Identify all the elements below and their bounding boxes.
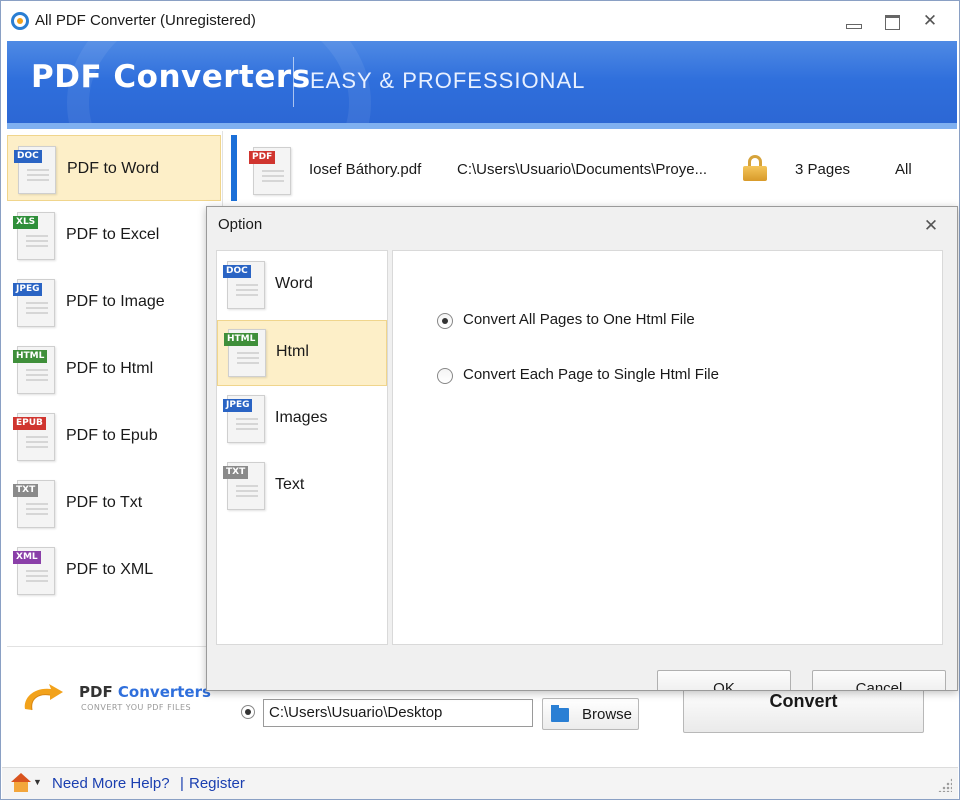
- doc-file-icon: DOC: [221, 257, 267, 311]
- title-bar: All PDF Converter (Unregistered) ✕: [1, 1, 959, 41]
- sidebar-item-pdf-to-word[interactable]: DOC PDF to Word: [7, 135, 221, 201]
- html-file-icon: HTML: [11, 342, 57, 396]
- need-help-link[interactable]: Need More Help?: [52, 775, 170, 792]
- banner-divider: [293, 57, 294, 107]
- jpeg-file-icon: JPEG: [221, 391, 267, 445]
- file-path: C:\Users\Usuario\Documents\Proye...: [457, 161, 708, 178]
- sidebar-item-pdf-to-excel[interactable]: XLS PDF to Excel: [7, 202, 221, 268]
- maximize-button[interactable]: [881, 11, 903, 31]
- browse-label: Browse: [582, 706, 633, 723]
- chevron-down-icon[interactable]: ▼: [33, 777, 42, 787]
- sidebar-item-label: PDF to Html: [66, 360, 154, 377]
- sidebar-item-label: PDF to Image: [66, 293, 165, 310]
- output-folder-radio[interactable]: [241, 705, 255, 719]
- sidebar-item-pdf-to-image[interactable]: JPEG PDF to Image: [7, 269, 221, 335]
- format-item-html[interactable]: HTML Html: [217, 320, 387, 386]
- logo-wordmark: PDF Converters: [79, 683, 211, 701]
- page-count: 3 Pages: [795, 161, 851, 178]
- sidebar-item-label: PDF to Txt: [66, 494, 143, 511]
- browse-button[interactable]: Browse: [542, 698, 639, 730]
- resize-grip-icon[interactable]: [938, 778, 952, 792]
- unlocked-padlock-icon[interactable]: [743, 155, 767, 181]
- convert-button[interactable]: Convert: [683, 685, 924, 733]
- sidebar-item-pdf-to-epub[interactable]: EPUB PDF to Epub: [7, 403, 221, 469]
- jpeg-file-icon: JPEG: [11, 275, 57, 329]
- format-item-images[interactable]: JPEG Images: [217, 387, 387, 453]
- format-label: Images: [275, 409, 328, 426]
- format-item-text[interactable]: TXT Text: [217, 454, 387, 520]
- minimize-button[interactable]: [842, 11, 864, 31]
- sidebar-item-label: PDF to Word: [67, 160, 160, 177]
- option-dialog: Option ✕ DOC Word HTML Html JPEG Images …: [206, 206, 958, 691]
- row-selection-bar: [231, 135, 237, 201]
- html-options-panel: Convert All Pages to One Html File Conve…: [392, 250, 943, 645]
- pdf-converters-logo: PDF Converters CONVERT YOU PDF FILES: [19, 681, 219, 721]
- sidebar-item-pdf-to-txt[interactable]: TXT PDF to Txt: [7, 470, 221, 536]
- window-title: All PDF Converter (Unregistered): [35, 12, 256, 29]
- banner-subtitle: EASY & PROFESSIONAL: [310, 68, 586, 93]
- txt-file-icon: TXT: [221, 458, 267, 512]
- ok-button[interactable]: OK: [657, 670, 791, 690]
- logo-arrow-icon: [24, 684, 64, 711]
- banner-title: PDF Converters: [31, 59, 311, 95]
- app-logo-icon: [11, 12, 29, 30]
- output-path-field[interactable]: C:\Users\Usuario\Desktop: [263, 699, 533, 727]
- banner-divider-strip: [7, 123, 957, 129]
- close-button[interactable]: ✕: [919, 11, 941, 31]
- home-icon[interactable]: [11, 773, 31, 793]
- file-list-row[interactable]: PDF Iosef Báthory.pdf C:\Users\Usuario\D…: [231, 135, 957, 201]
- sidebar-item-pdf-to-xml[interactable]: XML PDF to XML: [7, 537, 221, 603]
- app-window: All PDF Converter (Unregistered) ✕ PDF C…: [0, 0, 960, 800]
- cancel-button[interactable]: Cancel: [812, 670, 946, 690]
- folder-icon: [551, 705, 569, 722]
- radio-unchecked[interactable]: [437, 368, 453, 384]
- xls-file-icon: XLS: [11, 208, 57, 262]
- sidebar-item-pdf-to-html[interactable]: HTML PDF to Html: [7, 336, 221, 402]
- format-list: DOC Word HTML Html JPEG Images TXT Text: [216, 250, 388, 645]
- option-label: Convert All Pages to One Html File: [463, 311, 695, 328]
- option-label: Convert Each Page to Single Html File: [463, 366, 719, 383]
- txt-file-icon: TXT: [11, 476, 57, 530]
- pdf-file-icon: PDF: [247, 143, 293, 197]
- sidebar-item-label: PDF to Epub: [66, 427, 158, 444]
- header-banner: PDF Converters EASY & PROFESSIONAL: [7, 41, 957, 129]
- radio-checked[interactable]: [437, 313, 453, 329]
- xml-file-icon: XML: [11, 543, 57, 597]
- file-name: Iosef Báthory.pdf: [309, 161, 422, 178]
- sidebar-item-label: PDF to Excel: [66, 226, 160, 243]
- format-label: Html: [276, 343, 309, 360]
- dialog-title: Option: [218, 216, 263, 233]
- sidebar-item-label: PDF to XML: [66, 561, 154, 578]
- doc-file-icon: DOC: [12, 142, 58, 196]
- status-bar: ▼ Need More Help? | Register: [2, 767, 958, 799]
- link-separator: |: [180, 775, 184, 792]
- page-range[interactable]: All: [895, 161, 912, 178]
- format-label: Text: [275, 476, 305, 493]
- register-link[interactable]: Register: [189, 775, 245, 792]
- logo-tagline: CONVERT YOU PDF FILES: [81, 703, 192, 712]
- dialog-close-button[interactable]: ✕: [919, 215, 943, 237]
- epub-file-icon: EPUB: [11, 409, 57, 463]
- format-label: Word: [275, 275, 313, 292]
- conversion-sidebar: DOC PDF to Word XLS PDF to Excel JPEG PD…: [7, 131, 223, 643]
- html-file-icon: HTML: [222, 325, 268, 379]
- format-item-word[interactable]: DOC Word: [217, 253, 387, 319]
